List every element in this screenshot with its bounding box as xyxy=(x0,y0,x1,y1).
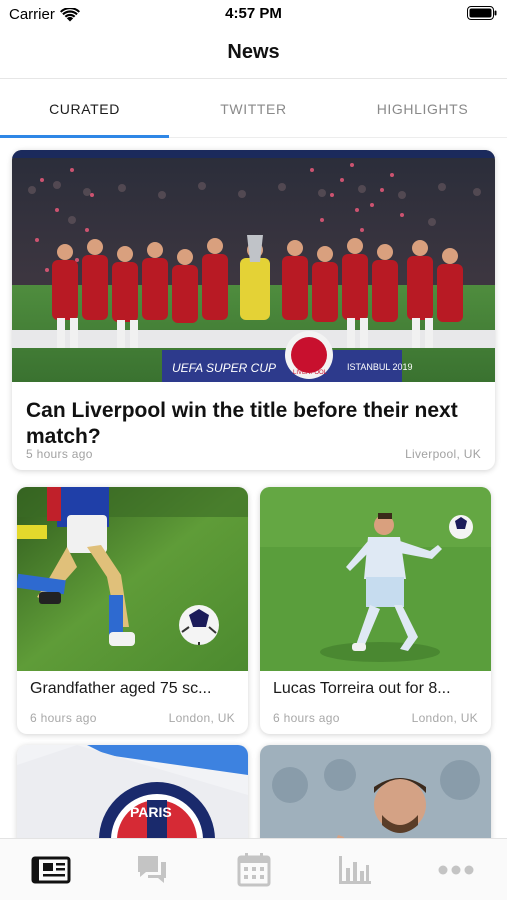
news-card-image xyxy=(260,745,491,838)
news-card-image xyxy=(17,487,248,671)
tab-bar-more[interactable] xyxy=(406,839,507,900)
news-card-meta: 6 hours ago London, UK xyxy=(30,711,235,725)
featured-news-location: Liverpool, UK xyxy=(405,447,481,461)
news-card-image: PARIS xyxy=(17,745,248,838)
page-title: News xyxy=(227,41,280,63)
featured-news-time: 5 hours ago xyxy=(26,447,93,461)
chat-icon xyxy=(138,856,167,883)
bottom-tab-bar xyxy=(0,838,507,900)
tab-twitter[interactable]: TWITTER xyxy=(169,80,338,137)
news-card-title: Lucas Torreira out for 8... xyxy=(273,680,451,697)
news-card-location: London, UK xyxy=(411,711,478,725)
news-card[interactable] xyxy=(260,745,491,838)
banner-text: UEFA SUPER CUP xyxy=(172,361,276,375)
news-card[interactable]: Lucas Torreira out for 8... 6 hours ago … xyxy=(260,487,491,734)
news-card[interactable]: PARIS xyxy=(17,745,248,838)
news-card-time: 6 hours ago xyxy=(30,711,97,725)
news-feed[interactable]: UEFA SUPER CUP ISTANBUL 2019 LIVERPOOL C… xyxy=(0,138,507,838)
status-bar: Carrier 4:57 PM xyxy=(0,0,507,30)
tab-bar-calendar[interactable] xyxy=(203,839,304,900)
battery-icon xyxy=(467,6,497,20)
crest-text: LIVERPOOL xyxy=(293,370,328,376)
tab-highlights[interactable]: HIGHLIGHTS xyxy=(338,80,507,137)
status-time: 4:57 PM xyxy=(225,5,282,22)
featured-news-image: UEFA SUPER CUP ISTANBUL 2019 LIVERPOOL xyxy=(12,150,495,382)
news-card-location: London, UK xyxy=(168,711,235,725)
psg-crest-text: PARIS xyxy=(130,804,172,820)
tab-curated[interactable]: CURATED xyxy=(0,80,169,138)
bar-chart-icon xyxy=(338,856,371,884)
featured-news-meta: 5 hours ago Liverpool, UK xyxy=(26,447,481,461)
tab-bar-stats[interactable] xyxy=(304,839,405,900)
banner-city: ISTANBUL 2019 xyxy=(347,362,413,372)
featured-news-title: Can Liverpool win the title before their… xyxy=(26,399,458,448)
news-card-meta: 6 hours ago London, UK xyxy=(273,711,478,725)
tab-bar-chat[interactable] xyxy=(101,839,202,900)
more-icon xyxy=(438,865,474,875)
tab-bar-news[interactable] xyxy=(0,839,101,900)
newspaper-icon xyxy=(31,856,71,884)
news-card-title: Grandfather aged 75 sc... xyxy=(30,680,212,697)
news-card-image xyxy=(260,487,491,671)
featured-news-card[interactable]: UEFA SUPER CUP ISTANBUL 2019 LIVERPOOL C… xyxy=(12,150,495,470)
news-card[interactable]: Grandfather aged 75 sc... 6 hours ago Lo… xyxy=(17,487,248,734)
news-card-time: 6 hours ago xyxy=(273,711,340,725)
segment-tabs: CURATED TWITTER HIGHLIGHTS xyxy=(0,80,507,138)
nav-header: News xyxy=(0,30,507,79)
calendar-icon xyxy=(237,853,271,887)
